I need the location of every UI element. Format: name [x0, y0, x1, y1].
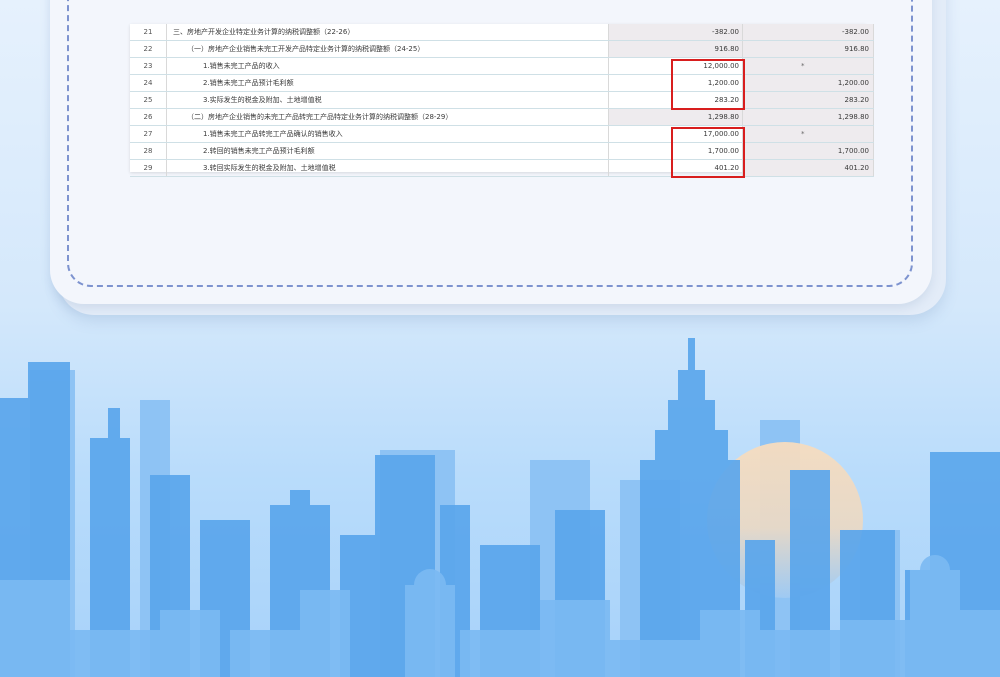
row-item-label: （二）房地产企业销售的未完工产品转完工产品特定业务计算的纳税调整额（28-29）	[187, 113, 453, 121]
cumulative-amount-cell: 1,700.00	[742, 142, 874, 160]
table-row: 26 （二）房地产企业销售的未完工产品转完工产品特定业务计算的纳税调整额（28-2…	[130, 108, 874, 126]
row-item-label: 三、房地产开发企业特定业务计算的纳税调整额（22-26）	[173, 28, 355, 36]
cumulative-amount-cell: *	[742, 125, 874, 143]
table-row: 29 3.转回实际发生的税金及附加、土地增值税 401.20 401.20	[130, 159, 874, 177]
row-number: 22	[130, 40, 167, 58]
row-item-name: 三、房地产开发企业特定业务计算的纳税调整额（22-26）	[166, 24, 609, 41]
highlight-box	[670, 126, 745, 178]
row-number: 23	[130, 57, 167, 75]
cumulative-amount-cell: 401.20	[742, 159, 874, 177]
cumulative-amount-cell: 1,298.80	[742, 108, 874, 126]
tax-adjustment-table: 21 三、房地产开发企业特定业务计算的纳税调整额（22-26） -382.00 -38…	[130, 24, 874, 177]
cumulative-amount-cell: -382.00	[742, 24, 874, 41]
table-row: 27 1.销售未完工产品转完工产品确认的销售收入 17,000.00 *	[130, 125, 874, 143]
current-amount-cell: 916.80	[608, 40, 743, 58]
row-item-label: 1.销售未完工产品的收入	[203, 62, 280, 70]
table-row: 23 1.销售未完工产品的收入 12,000.00 *	[130, 57, 874, 75]
highlight-box	[670, 58, 745, 110]
table-row: 22 （一）房地产企业销售未完工开发产品特定业务计算的纳税调整额（24-25） 91…	[130, 40, 874, 58]
row-item-name: （一）房地产企业销售未完工开发产品特定业务计算的纳税调整额（24-25）	[166, 40, 609, 58]
current-amount-cell: 1,298.80	[608, 108, 743, 126]
city-skyline-illustration	[0, 338, 1000, 677]
table-row: 24 2.销售未完工产品预计毛利额 1,200.00 1,200.00	[130, 74, 874, 92]
row-item-label: 2.转回的销售未完工产品预计毛利额	[203, 147, 315, 155]
row-item-label: （一）房地产企业销售未完工开发产品特定业务计算的纳税调整额（24-25）	[187, 45, 425, 53]
table-row: 25 3.实际发生的税金及附加、土地增值税 283.20 283.20	[130, 91, 874, 109]
row-item-label: 2.销售未完工产品预计毛利额	[203, 79, 294, 87]
row-item-name: （二）房地产企业销售的未完工产品转完工产品特定业务计算的纳税调整额（28-29）	[166, 108, 609, 126]
row-number: 21	[130, 24, 167, 41]
row-item-name: 1.销售未完工产品转完工产品确认的销售收入	[166, 125, 609, 143]
row-number: 24	[130, 74, 167, 92]
table-row: 21 三、房地产开发企业特定业务计算的纳税调整额（22-26） -382.00 -38…	[130, 24, 874, 41]
cumulative-amount-cell: *	[742, 57, 874, 75]
row-number: 26	[130, 108, 167, 126]
row-number: 28	[130, 142, 167, 160]
cumulative-amount-cell: 283.20	[742, 91, 874, 109]
table-row: 28 2.转回的销售未完工产品预计毛利额 1,700.00 1,700.00	[130, 142, 874, 160]
row-item-name: 1.销售未完工产品的收入	[166, 57, 609, 75]
current-amount-cell: -382.00	[608, 24, 743, 41]
row-number: 29	[130, 159, 167, 177]
row-item-label: 3.实际发生的税金及附加、土地增值税	[203, 96, 322, 104]
row-number: 27	[130, 125, 167, 143]
cumulative-amount-cell: 1,200.00	[742, 74, 874, 92]
row-item-name: 3.转回实际发生的税金及附加、土地增值税	[166, 159, 609, 177]
row-item-name: 2.转回的销售未完工产品预计毛利额	[166, 142, 609, 160]
row-item-name: 3.实际发生的税金及附加、土地增值税	[166, 91, 609, 109]
row-item-label: 3.转回实际发生的税金及附加、土地增值税	[203, 164, 336, 172]
row-item-name: 2.销售未完工产品预计毛利额	[166, 74, 609, 92]
table-grid: 21 三、房地产开发企业特定业务计算的纳税调整额（22-26） -382.00 -38…	[130, 24, 874, 177]
row-item-label: 1.销售未完工产品转完工产品确认的销售收入	[203, 130, 343, 138]
cumulative-amount-cell: 916.80	[742, 40, 874, 58]
row-number: 25	[130, 91, 167, 109]
